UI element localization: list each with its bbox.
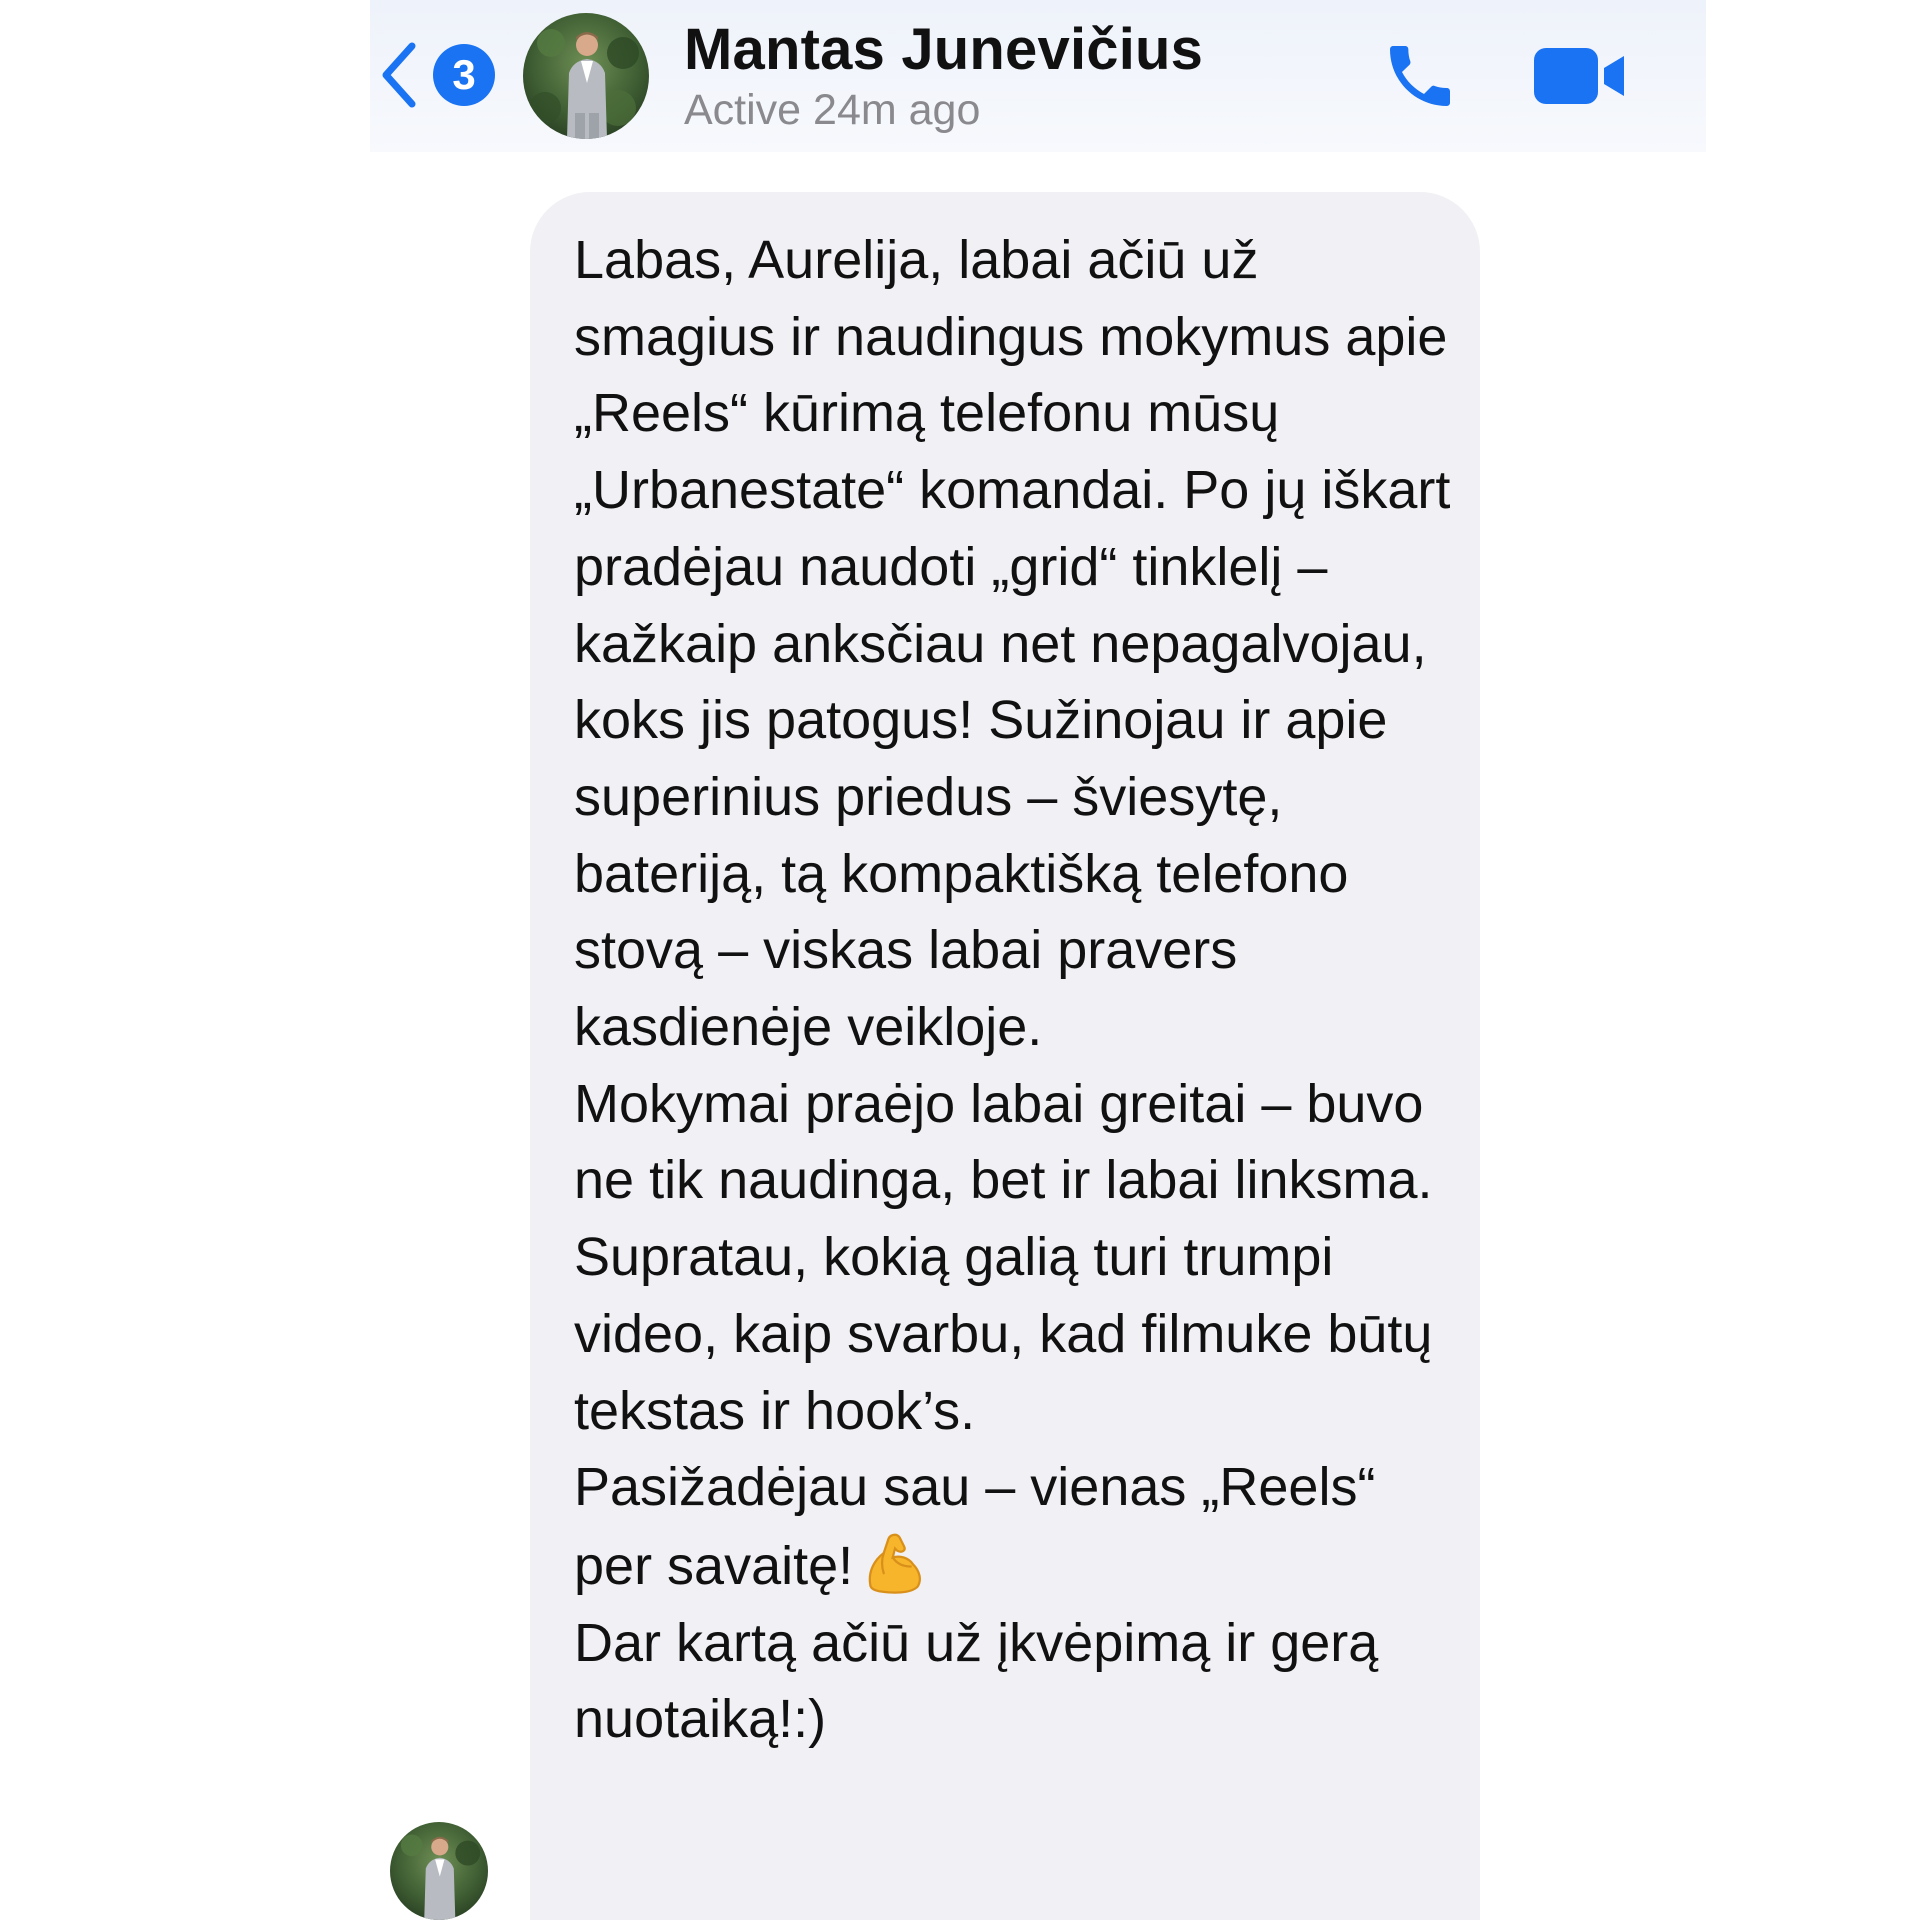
message-paragraph-3: Pasižadėjau sau – vienas „Reels“ per sav… bbox=[574, 1457, 1376, 1596]
message-paragraph-2: Mokymai praėjo labai greitai – buvo ne t… bbox=[574, 1073, 1433, 1441]
message-row: Labas, Aurelija, labai ačiū už smagius i… bbox=[0, 0, 1920, 1920]
message-paragraph-1: Labas, Aurelija, labai ačiū už smagius i… bbox=[574, 230, 1451, 1058]
message-text: Labas, Aurelija, labai ačiū už smagius i… bbox=[574, 222, 1454, 1758]
flexed-biceps-emoji-icon bbox=[868, 1533, 922, 1594]
sender-avatar[interactable] bbox=[390, 1822, 488, 1920]
message-paragraph-4: Dar kartą ačiū už įkvėpimą ir gerą nuota… bbox=[574, 1612, 1379, 1750]
message-bubble[interactable]: Labas, Aurelija, labai ačiū už smagius i… bbox=[530, 192, 1480, 1920]
chat-screen: 3 Mantas Junevičius Active 24m ago Labas… bbox=[0, 0, 1920, 1920]
